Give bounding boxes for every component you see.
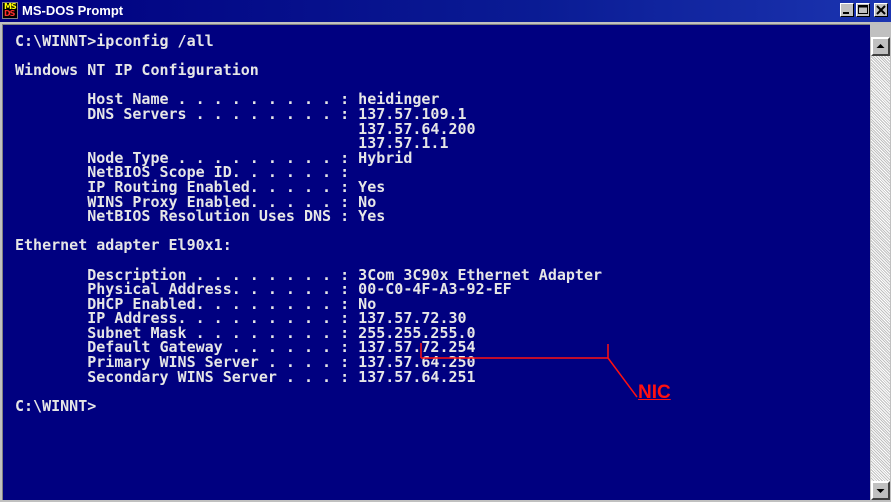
close-button[interactable]	[874, 3, 888, 17]
section-heading: Windows NT IP Configuration	[15, 61, 259, 80]
scroll-up-button[interactable]	[871, 37, 890, 56]
arrow-down-icon	[876, 489, 885, 493]
console-output[interactable]: C:\WINNT>ipconfig /all Windows NT IP Con…	[2, 24, 870, 500]
ms-dos-window: MS DS MS-DOS Prompt C:\WINNT>ipconfig /al…	[0, 0, 891, 502]
arrow-up-icon	[876, 44, 885, 48]
title-bar[interactable]: MS DS MS-DOS Prompt	[0, 0, 891, 22]
minimize-icon	[843, 12, 849, 14]
console-lines: C:\WINNT>ipconfig /all Windows NT IP Con…	[15, 25, 602, 413]
vertical-scrollbar[interactable]	[870, 37, 890, 500]
ms-dos-icon[interactable]: MS DS	[2, 2, 18, 19]
command-line: C:\WINNT>ipconfig /all	[15, 32, 214, 50]
close-icon	[876, 5, 886, 15]
nic-label: NIC	[638, 382, 671, 403]
maximize-button[interactable]	[856, 3, 870, 17]
prompt-line: C:\WINNT>	[15, 396, 97, 415]
scroll-down-button[interactable]	[871, 481, 890, 500]
adapter-heading: Ethernet adapter El90x1:	[15, 236, 232, 255]
window-title: MS-DOS Prompt	[22, 3, 124, 18]
maximize-icon	[858, 5, 868, 14]
netbios-dns-line: NetBIOS Resolution Uses DNS : Yes	[15, 207, 386, 226]
secondary-wins-line: Secondary WINS Server . . . : 137.57.64.…	[15, 367, 476, 386]
minimize-button[interactable]	[840, 3, 854, 17]
